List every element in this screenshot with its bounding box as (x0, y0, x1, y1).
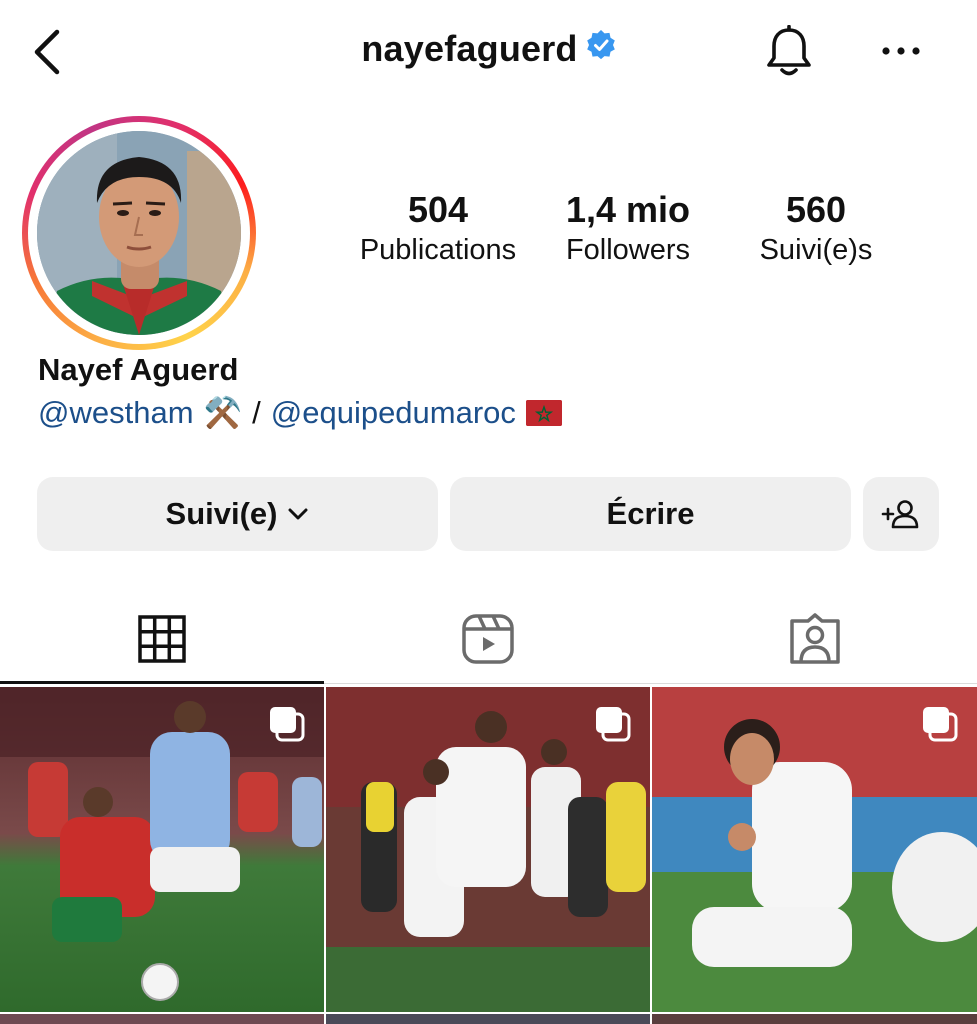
message-button-label: Écrire (606, 496, 695, 531)
bell-icon (767, 25, 811, 76)
username-text: nayefaguerd (361, 28, 578, 69)
carousel-icon (921, 705, 959, 748)
hammers-emoji: ⚒️ (203, 395, 243, 430)
notifications-button[interactable] (760, 22, 818, 82)
more-options-button[interactable] (876, 28, 926, 74)
post-thumbnail-1[interactable] (0, 687, 324, 1012)
bio-link-equipedumaroc[interactable]: @equipedumaroc (271, 395, 516, 431)
profile-full-name: Nayef Aguerd (38, 352, 239, 387)
stat-following-value: 560 (785, 189, 847, 230)
post-thumbnail-3[interactable] (652, 687, 977, 1012)
stat-followers-label: Followers (565, 234, 691, 266)
tagged-person-icon (789, 613, 840, 664)
stat-posts-value: 504 (407, 189, 469, 230)
active-tab-indicator (0, 681, 324, 684)
tab-posts-grid[interactable] (0, 596, 324, 682)
stat-followers[interactable]: 1,4 mio Followers (546, 188, 710, 268)
stat-following[interactable]: 560 Suivi(e)s (738, 188, 894, 268)
reels-icon (462, 614, 514, 664)
post-thumbnail-2[interactable] (326, 687, 650, 1012)
stat-posts[interactable]: 504 Publications (352, 188, 524, 268)
post-thumbnail-5[interactable] (326, 1014, 650, 1024)
morocco-flag-icon (525, 399, 562, 426)
post-thumbnail-6[interactable] (652, 1014, 977, 1024)
carousel-icon (268, 705, 306, 748)
stat-followers-value: 1,4 mio (565, 189, 691, 230)
verified-badge-icon (586, 27, 616, 69)
profile-avatar[interactable] (37, 131, 241, 335)
add-user-icon (881, 500, 919, 529)
bio-separator: / (252, 394, 261, 430)
profile-username-header: nayefaguerd (0, 28, 977, 70)
more-horizontal-icon (882, 47, 920, 55)
tab-reels[interactable] (326, 596, 650, 682)
grid-icon (138, 615, 186, 663)
stat-following-label: Suivi(e)s (759, 234, 873, 266)
following-dropdown-button[interactable]: Suivi(e) (37, 477, 438, 551)
stat-posts-label: Publications (359, 234, 517, 266)
profile-bio: @westham ⚒️ / @equipedumaroc (38, 394, 562, 431)
post-thumbnail-4[interactable] (0, 1014, 324, 1024)
suggest-users-button[interactable] (863, 477, 939, 551)
following-button-label: Suivi(e) (165, 496, 278, 531)
tab-tagged[interactable] (652, 596, 977, 682)
story-ring[interactable] (22, 116, 256, 350)
carousel-icon (594, 705, 632, 748)
chevron-down-icon (288, 508, 308, 520)
message-button[interactable]: Écrire (450, 477, 851, 551)
bio-link-westham[interactable]: @westham (38, 395, 194, 431)
